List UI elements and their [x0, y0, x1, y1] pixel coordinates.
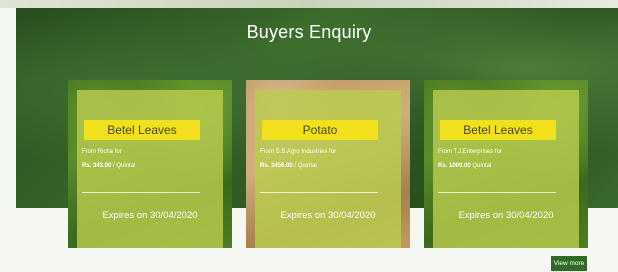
buyer-from-text: From T.J.Enterprises for [438, 149, 502, 155]
buyer-from-text: From S.S.Agro Industries for [260, 149, 337, 155]
price-unit: / Quintal [292, 163, 317, 169]
card-divider [438, 192, 556, 193]
card-overlay [433, 90, 579, 248]
enquiry-card[interactable]: Betel Leaves From Richa for Rs. 343.00 /… [68, 80, 232, 248]
buyer-from-text: From Richa for [82, 149, 122, 155]
card-overlay [255, 90, 401, 248]
expiry-text: Expires on 30/04/2020 [102, 210, 198, 221]
section-title: Buyers Enquiry [246, 22, 372, 42]
price-text: Rs. 343.00 / Quintal [82, 163, 212, 169]
expiry-text: Expires on 30/04/2020 [280, 210, 376, 221]
view-more-button[interactable]: View more [551, 256, 587, 271]
product-title: Betel Leaves [440, 120, 556, 140]
card-overlay [77, 90, 223, 248]
top-banner-strip [0, 0, 618, 8]
price-amount: Rs. 343.00 [82, 163, 112, 169]
expiry-text: Expires on 30/04/2020 [458, 210, 554, 221]
price-amount: Rs. 3456.00 [260, 163, 293, 169]
price-unit: Quintal [470, 163, 492, 169]
product-title: Betel Leaves [84, 120, 200, 140]
price-amount: Rs. 1000.00 [438, 163, 471, 169]
enquiry-card[interactable]: Potato From S.S.Agro Industries for Rs. … [246, 80, 410, 248]
product-title: Potato [262, 120, 378, 140]
card-divider [260, 192, 378, 193]
price-text: Rs. 1000.00 Quintal [438, 163, 568, 169]
card-divider [82, 192, 200, 193]
price-unit: / Quintal [111, 163, 136, 169]
price-text: Rs. 3456.00 / Quintal [260, 163, 390, 169]
enquiry-card[interactable]: Betel Leaves From T.J.Enterprises for Rs… [424, 80, 588, 248]
